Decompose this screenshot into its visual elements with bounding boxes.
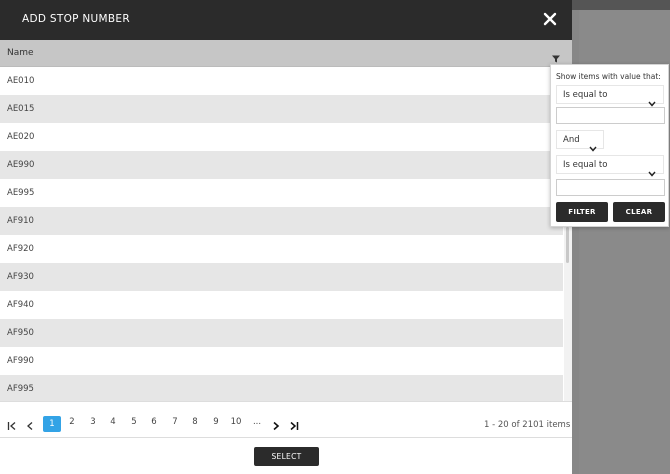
grid-column-header: Name: [0, 40, 572, 67]
page-number[interactable]: 2: [64, 417, 80, 427]
table-row[interactable]: AE020: [0, 123, 563, 151]
row-name-cell: AF990: [7, 356, 34, 366]
filter-operator-2[interactable]: Is equal to: [556, 155, 664, 177]
page-number[interactable]: 6: [146, 417, 162, 427]
row-name-cell: AE020: [7, 132, 35, 142]
page-number[interactable]: 9: [208, 417, 224, 427]
filter-operator-2-value: Is equal to: [563, 160, 608, 170]
row-name-cell: AF950: [7, 328, 34, 338]
pager: 1 2 3 4 5 6 7 8 9 10... 1 - 20 of 2101 items: [0, 401, 572, 438]
row-name-cell: AE010: [7, 76, 35, 86]
page-number[interactable]: 1: [43, 416, 61, 432]
select-button[interactable]: SELECT: [254, 447, 319, 466]
page-number[interactable]: 3: [85, 417, 101, 427]
last-page-icon[interactable]: [288, 417, 300, 431]
table-row[interactable]: AE015: [0, 95, 563, 123]
grid-body: AE010 AE015 AE020 AE990 AE995 AF910 AF920 AF930…: [0, 67, 563, 401]
table-row[interactable]: AF930: [0, 263, 563, 291]
filter-logic-select[interactable]: And: [556, 130, 604, 152]
page-number[interactable]: 8: [187, 417, 203, 427]
previous-page-icon[interactable]: [24, 417, 36, 430]
pager-info: 1 - 20 of 2101 items: [484, 420, 571, 430]
table-row[interactable]: AF990: [0, 347, 563, 375]
table-row[interactable]: AE990: [0, 151, 563, 179]
background-bar: [572, 0, 670, 10]
table-row[interactable]: AF910: [0, 207, 563, 235]
table-row[interactable]: AF995: [0, 375, 563, 401]
table-row[interactable]: AF950: [0, 319, 563, 347]
row-name-cell: AF930: [7, 272, 34, 282]
page-ellipsis[interactable]: ...: [249, 417, 265, 427]
page-number[interactable]: 5: [126, 417, 142, 427]
page-number[interactable]: 7: [167, 417, 183, 427]
next-page-icon[interactable]: [270, 417, 282, 431]
table-row[interactable]: AE010: [0, 67, 563, 95]
filter-operator-1-value: Is equal to: [563, 90, 608, 100]
row-name-cell: AF920: [7, 244, 34, 254]
table-row[interactable]: AE995: [0, 179, 563, 207]
table-row[interactable]: AF940: [0, 291, 563, 319]
dialog-header: ADD STOP NUMBER: [0, 0, 572, 40]
row-name-cell: AF940: [7, 300, 34, 310]
close-icon[interactable]: [540, 9, 560, 29]
filter-value-1-input[interactable]: [556, 107, 665, 124]
chevron-down-icon: [648, 162, 656, 177]
first-page-icon[interactable]: [6, 417, 18, 430]
row-name-cell: AE990: [7, 160, 35, 170]
filter-logic-value: And: [563, 135, 580, 145]
name-column-header[interactable]: Name: [7, 48, 34, 58]
row-name-cell: AF995: [7, 384, 34, 394]
filter-value-2-input[interactable]: [556, 179, 665, 196]
filter-icon[interactable]: [551, 49, 561, 63]
page-number[interactable]: 4: [105, 417, 121, 427]
clear-button[interactable]: CLEAR: [613, 202, 665, 222]
filter-popup: Show items with value that: Is equal to …: [550, 64, 669, 227]
add-stop-number-dialog: ADD STOP NUMBER Name AE010 AE015 AE020 AE99…: [0, 0, 572, 474]
row-name-cell: AE995: [7, 188, 35, 198]
filter-button[interactable]: FILTER: [556, 202, 608, 222]
row-name-cell: AF910: [7, 216, 34, 226]
row-name-cell: AE015: [7, 104, 35, 114]
scroll-thumb[interactable]: [566, 227, 569, 263]
chevron-down-icon: [589, 137, 597, 152]
chevron-down-icon: [648, 92, 656, 107]
dialog-title: ADD STOP NUMBER: [22, 13, 130, 25]
filter-help-text: Show items with value that:: [556, 72, 661, 81]
page-number[interactable]: 10: [228, 417, 244, 427]
filter-operator-1[interactable]: Is equal to: [556, 85, 664, 107]
table-row[interactable]: AF920: [0, 235, 563, 263]
